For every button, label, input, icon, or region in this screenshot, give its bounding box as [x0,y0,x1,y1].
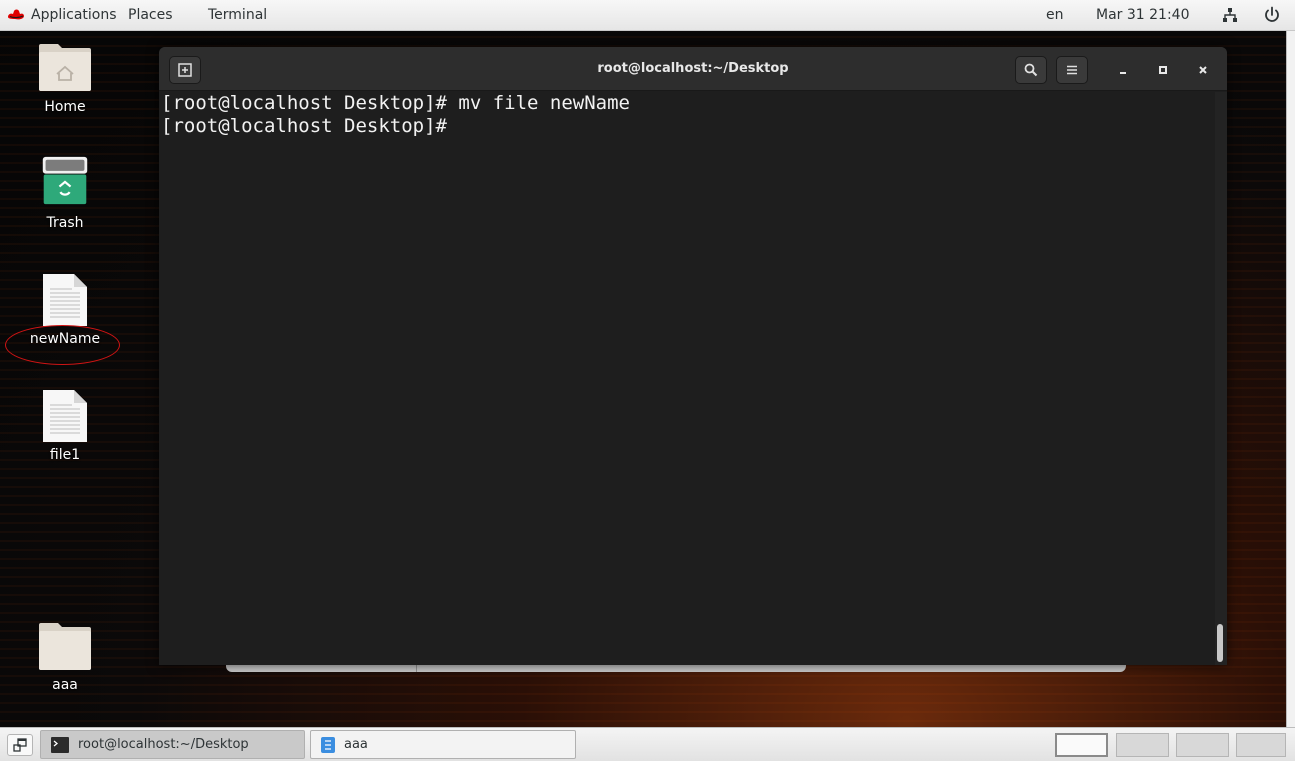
terminal-line: [root@localhost Desktop]# mv file newNam… [161,92,630,114]
language-indicator[interactable]: en [1046,7,1064,23]
text-file-icon [43,390,87,442]
terminal-app-menu[interactable]: Terminal [208,7,267,23]
terminal-line: [root@localhost Desktop]# [161,115,459,137]
hamburger-menu-icon [1067,65,1077,75]
highlight-annotation [5,325,120,365]
desktop-icon-file1[interactable]: file1 [10,389,120,469]
terminal-titlebar[interactable]: root@localhost:~/Desktop [159,47,1227,91]
terminal-icon [51,736,69,753]
minimize-icon [1120,72,1126,74]
taskbar-task-terminal[interactable]: root@localhost:~/Desktop [40,730,305,759]
desktop-icon-label: Trash [46,215,84,231]
desktop-icon-aaa[interactable]: aaa [10,621,120,701]
terminal-output[interactable]: [root@localhost Desktop]# mv file newNam… [159,92,1215,665]
background-window[interactable] [226,664,1126,672]
workspace-3[interactable] [1176,733,1229,757]
taskbar-task-label: root@localhost:~/Desktop [78,737,249,752]
workspace-1[interactable] [1055,733,1108,757]
power-icon[interactable] [1263,6,1281,24]
show-desktop-button[interactable] [7,734,33,756]
minimize-button[interactable] [1112,59,1134,81]
desktop-icon-home[interactable]: Home [10,42,120,122]
network-icon[interactable] [1222,7,1238,23]
top-panel: Applications Places Terminal en Mar 31 2… [0,0,1295,31]
close-icon [1199,66,1207,74]
terminal-scrollbar[interactable] [1215,92,1227,665]
applications-menu[interactable]: Applications [31,7,117,23]
maximize-icon [1159,66,1167,74]
close-button[interactable] [1192,59,1214,81]
taskbar-task-label: aaa [344,737,368,752]
hamburger-menu-button[interactable] [1056,56,1088,84]
search-button[interactable] [1015,56,1047,84]
places-menu[interactable]: Places [128,7,173,23]
desktop-icon-trash[interactable]: Trash [10,156,120,236]
desktop-icon-label: Home [44,99,86,115]
file-manager-icon [321,736,335,753]
clock[interactable]: Mar 31 21:40 [1096,7,1189,23]
desktop-icon-label: file1 [49,447,81,463]
workspace-4[interactable] [1236,733,1286,757]
taskbar-task-aaa[interactable]: aaa [310,730,576,759]
desktop-edge [1286,31,1295,727]
trash-icon [42,156,88,205]
workspace-2[interactable] [1116,733,1169,757]
home-folder-icon [39,44,91,91]
search-icon [1024,63,1038,77]
terminal-scrollbar-thumb[interactable] [1217,624,1223,662]
desktop-icon-label: aaa [52,677,78,693]
redhat-logo-icon [8,9,24,20]
show-desktop-icon [13,738,27,752]
text-file-icon [43,274,87,326]
maximize-button[interactable] [1152,59,1174,81]
terminal-window[interactable]: root@localhost:~/Desktop [root@localhost… [159,47,1227,665]
bottom-taskbar: root@localhost:~/Desktop aaa [0,727,1295,761]
folder-icon [39,623,91,670]
